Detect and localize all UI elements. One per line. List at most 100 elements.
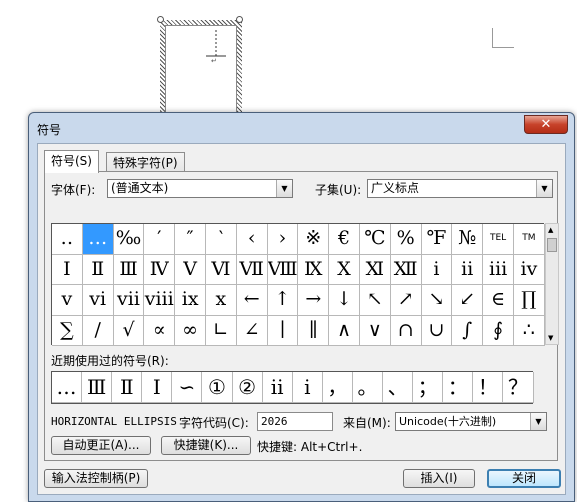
symbol-cell[interactable]: ‰: [113, 224, 145, 255]
symbol-cell[interactable]: Ⅻ: [390, 254, 422, 285]
symbol-cell[interactable]: ″: [175, 224, 206, 255]
symbol-cell[interactable]: TEL: [483, 224, 514, 255]
recent-symbol-cell[interactable]: ⅱ: [262, 372, 293, 403]
subset-select[interactable]: 广义标点 ▼: [367, 179, 553, 198]
from-select[interactable]: Unicode(十六进制) ▼: [395, 412, 547, 431]
symbol-cell[interactable]: ∝: [144, 315, 176, 346]
scrollbar-thumb[interactable]: [547, 238, 557, 252]
symbol-cell[interactable]: ⅶ: [113, 285, 145, 316]
symbol-cell[interactable]: %: [390, 224, 422, 255]
recent-symbol-cell[interactable]: ；: [413, 372, 444, 403]
symbol-cell[interactable]: ⅸ: [175, 285, 206, 316]
symbol-cell[interactable]: ⅴ: [52, 285, 83, 316]
text-box-frame[interactable]: [160, 20, 242, 124]
symbol-cell[interactable]: №: [452, 224, 484, 255]
symbol-cell[interactable]: ∥: [298, 315, 330, 346]
symbol-cell[interactable]: ↘: [421, 285, 453, 316]
char-code-input[interactable]: 2026: [257, 412, 333, 431]
font-select[interactable]: (普通文本) ▼: [107, 179, 293, 198]
symbol-cell[interactable]: ∏: [513, 285, 545, 316]
symbol-cell[interactable]: ′: [144, 224, 176, 255]
symbol-cell[interactable]: ℃: [359, 224, 391, 255]
symbol-cell[interactable]: →: [298, 285, 330, 316]
symbol-cell[interactable]: ∩: [390, 315, 422, 346]
symbol-cell[interactable]: ∧: [329, 315, 360, 346]
recent-symbol-cell[interactable]: ⅰ: [292, 372, 323, 403]
symbol-cell[interactable]: ∑: [52, 315, 83, 346]
symbol-cell[interactable]: ↑: [267, 285, 299, 316]
autocorrect-button[interactable]: 自动更正(A)...: [51, 436, 151, 455]
chevron-down-icon[interactable]: ▼: [276, 180, 292, 197]
symbol-cell[interactable]: Ⅵ: [205, 254, 237, 285]
recent-symbol-cell[interactable]: ，: [322, 372, 353, 403]
symbol-cell[interactable]: …: [82, 224, 114, 255]
symbol-cell[interactable]: ⅵ: [82, 285, 114, 316]
symbol-cell[interactable]: ⅲ: [483, 254, 514, 285]
recent-symbol-cell[interactable]: ？: [503, 372, 534, 403]
symbol-cell[interactable]: Ⅺ: [359, 254, 391, 285]
recent-symbol-cell[interactable]: Ⅱ: [112, 372, 143, 403]
symbol-cell[interactable]: ↓: [329, 285, 360, 316]
symbol-cell[interactable]: Ⅳ: [144, 254, 176, 285]
insert-button[interactable]: 插入(I): [403, 469, 475, 488]
symbol-cell[interactable]: ∫: [452, 315, 484, 346]
symbol-cell[interactable]: ∠: [236, 315, 268, 346]
symbol-cell[interactable]: TM: [513, 224, 545, 255]
recent-symbol-cell[interactable]: ①: [202, 372, 233, 403]
title-bar[interactable]: 符号 ✕: [29, 113, 574, 143]
symbol-cell[interactable]: ∞: [175, 315, 206, 346]
symbol-cell[interactable]: Ⅹ: [329, 254, 360, 285]
recent-symbol-cell[interactable]: ∽: [172, 372, 203, 403]
symbol-cell[interactable]: ∨: [359, 315, 391, 346]
symbol-cell[interactable]: ‵: [205, 224, 237, 255]
recent-symbol-cell[interactable]: …: [52, 372, 83, 403]
symbol-cell[interactable]: €: [329, 224, 360, 255]
scroll-up-icon[interactable]: ▲: [548, 226, 556, 234]
symbol-cell[interactable]: Ⅰ: [52, 254, 83, 285]
resize-handle[interactable]: [157, 16, 164, 23]
symbol-cell[interactable]: ℉: [421, 224, 453, 255]
symbol-cell[interactable]: ∪: [421, 315, 453, 346]
recent-symbol-cell[interactable]: ：: [443, 372, 474, 403]
chevron-down-icon[interactable]: ▼: [536, 180, 552, 197]
symbol-cell[interactable]: ›: [267, 224, 299, 255]
close-icon[interactable]: ✕: [524, 115, 568, 134]
symbol-cell[interactable]: ∕: [82, 315, 114, 346]
symbol-cell[interactable]: ⅰ: [421, 254, 453, 285]
symbol-cell[interactable]: ∣: [267, 315, 299, 346]
symbol-cell[interactable]: ∟: [205, 315, 237, 346]
symbol-cell[interactable]: ⅷ: [144, 285, 176, 316]
symbol-cell[interactable]: √: [113, 315, 145, 346]
symbol-cell[interactable]: ⅳ: [513, 254, 545, 285]
scroll-down-icon[interactable]: ▼: [548, 334, 556, 342]
resize-handle[interactable]: [236, 16, 243, 23]
recent-symbol-cell[interactable]: ！: [473, 372, 504, 403]
recent-symbol-cell[interactable]: 、: [383, 372, 414, 403]
symbol-cell[interactable]: ⅱ: [452, 254, 484, 285]
symbol-cell[interactable]: Ⅲ: [113, 254, 145, 285]
symbol-cell[interactable]: ‹: [236, 224, 268, 255]
symbol-cell[interactable]: ※: [298, 224, 330, 255]
symbol-grid-scrollbar[interactable]: ▲ ▼: [545, 223, 559, 345]
recent-symbol-cell[interactable]: ②: [232, 372, 263, 403]
recent-symbol-cell[interactable]: 。: [352, 372, 384, 403]
shortcut-key-button[interactable]: 快捷键(K)...: [161, 436, 251, 455]
close-button[interactable]: 关闭: [487, 469, 561, 488]
symbol-cell[interactable]: Ⅱ: [82, 254, 114, 285]
symbol-cell[interactable]: ↗: [390, 285, 422, 316]
symbol-cell[interactable]: ⅹ: [205, 285, 237, 316]
symbol-cell[interactable]: ∈: [483, 285, 514, 316]
symbol-cell[interactable]: Ⅷ: [267, 254, 299, 285]
symbol-cell[interactable]: Ⅴ: [175, 254, 206, 285]
symbol-cell[interactable]: ‥: [52, 224, 83, 255]
symbol-cell[interactable]: Ⅸ: [298, 254, 330, 285]
symbol-cell[interactable]: Ⅶ: [236, 254, 268, 285]
ime-control-button[interactable]: 输入法控制柄(P): [44, 469, 148, 488]
symbol-cell[interactable]: ↖: [359, 285, 391, 316]
symbol-cell[interactable]: ∴: [513, 315, 545, 346]
symbol-cell[interactable]: ←: [236, 285, 268, 316]
chevron-down-icon[interactable]: ▼: [530, 413, 546, 430]
tab-symbols[interactable]: 符号(S): [44, 150, 99, 173]
symbol-cell[interactable]: ∮: [483, 315, 514, 346]
recent-symbol-cell[interactable]: Ⅰ: [142, 372, 173, 403]
